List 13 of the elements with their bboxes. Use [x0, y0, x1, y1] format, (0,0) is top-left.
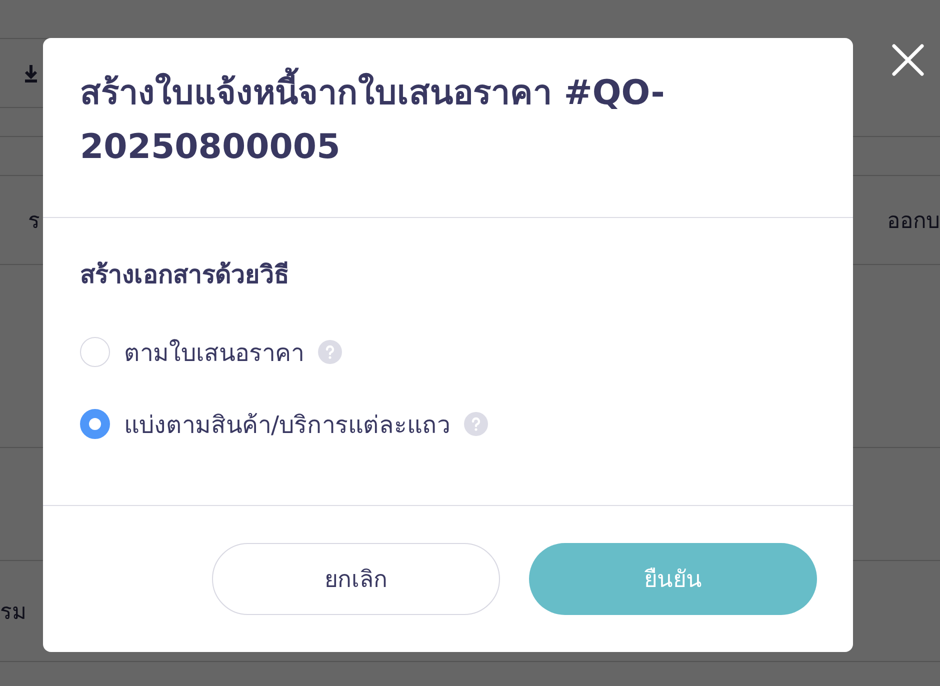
table-cell-text: รม: [0, 598, 27, 626]
download-icon: [23, 63, 39, 83]
table-header: ออกบ: [887, 208, 940, 236]
radio-button[interactable]: [80, 409, 110, 439]
close-button[interactable]: [890, 42, 926, 78]
option-label: แบ่งตามสินค้า/บริการแต่ละแถว: [124, 410, 450, 440]
table-cell-text: ร: [28, 208, 40, 236]
cancel-button[interactable]: ยกเลิก: [212, 543, 500, 615]
dialog-title: สร้างใบแจ้งหนี้จากใบเสนอราคา #QO-20250800005: [80, 62, 816, 174]
help-icon[interactable]: [318, 340, 342, 364]
help-icon[interactable]: [464, 412, 488, 436]
option-label: ตามใบเสนอราคา: [124, 338, 304, 368]
section-label: สร้างเอกสารด้วยวิธี: [80, 259, 290, 291]
